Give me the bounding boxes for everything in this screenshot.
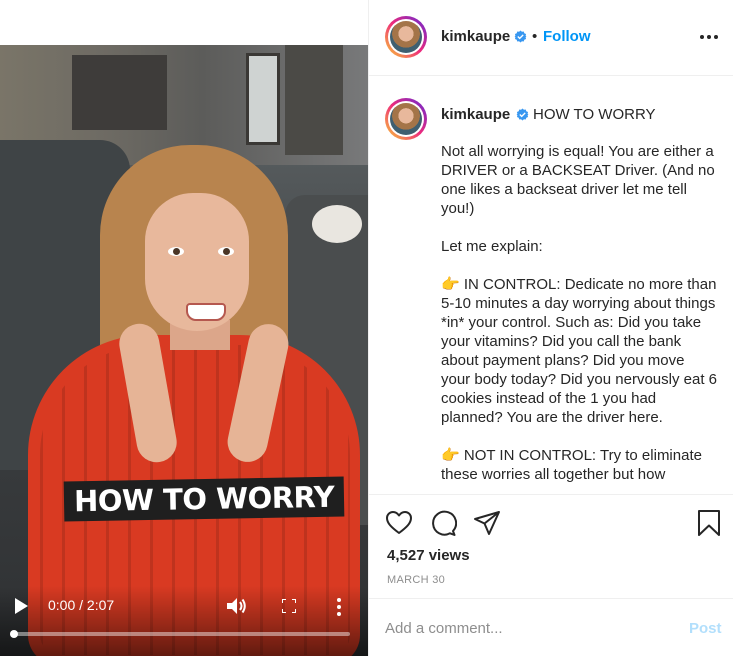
verified-badge-icon	[514, 30, 527, 43]
follow-button[interactable]: Follow	[543, 28, 591, 45]
post-header: kimkaupe • Follow	[369, 0, 733, 76]
caption-paragraph: 👉 IN CONTROL: Dedicate no more than 5-10…	[441, 276, 717, 426]
video-progress-knob[interactable]	[10, 630, 18, 638]
username-link[interactable]: kimkaupe	[441, 28, 510, 45]
share-icon[interactable]	[473, 509, 501, 537]
play-icon[interactable]	[14, 598, 28, 614]
caption-body: Not all worrying is equal! You are eithe…	[441, 142, 717, 494]
video-controls: 0:00 / 2:07	[0, 586, 368, 656]
more-horizontal-icon[interactable]	[699, 28, 719, 46]
more-vertical-icon[interactable]	[335, 598, 343, 616]
pointing-hand-icon: 👉	[441, 276, 460, 293]
caption-section[interactable]: kimkaupe HOW TO WORRY Not all worrying i…	[369, 76, 733, 494]
post-actions: 4,527 views MARCH 30	[369, 494, 733, 598]
volume-icon[interactable]	[227, 597, 247, 615]
video-time: 0:00 / 2:07	[48, 597, 115, 613]
post-media[interactable]: HOW TO WORRY 0:00 / 2:07	[0, 0, 368, 656]
heart-icon[interactable]	[385, 509, 413, 537]
comment-icon[interactable]	[429, 509, 457, 537]
caption-paragraph: Not all worrying is equal! You are eithe…	[441, 143, 715, 217]
bookmark-icon[interactable]	[695, 509, 723, 537]
video-overlay-title: HOW TO WORRY	[63, 476, 345, 522]
pointing-hand-icon: 👉	[441, 447, 460, 464]
fullscreen-icon[interactable]	[282, 599, 296, 613]
caption-title: HOW TO WORRY	[533, 106, 656, 123]
caption-paragraph: 👉 NOT IN CONTROL: Try to eliminate these…	[441, 447, 702, 483]
video-progress-bar[interactable]	[10, 630, 350, 638]
add-comment-bar: Post	[369, 598, 733, 656]
caption-paragraph: Let me explain:	[441, 238, 543, 255]
caption-username-link[interactable]: kimkaupe	[441, 106, 510, 123]
post-comment-button[interactable]: Post	[689, 620, 722, 637]
caption-avatar[interactable]	[385, 98, 427, 140]
comment-input[interactable]	[385, 616, 665, 640]
video-frame[interactable]: HOW TO WORRY	[0, 45, 368, 656]
avatar[interactable]	[385, 16, 427, 58]
instagram-post: HOW TO WORRY 0:00 / 2:07 kimkaupe • Foll…	[0, 0, 733, 656]
verified-badge-icon	[516, 108, 529, 121]
post-date[interactable]: MARCH 30	[387, 574, 445, 586]
view-count[interactable]: 4,527 views	[387, 547, 470, 564]
post-side-panel: kimkaupe • Follow kimkaupe HOW TO WORRY …	[368, 0, 733, 656]
separator-dot: •	[532, 28, 538, 45]
